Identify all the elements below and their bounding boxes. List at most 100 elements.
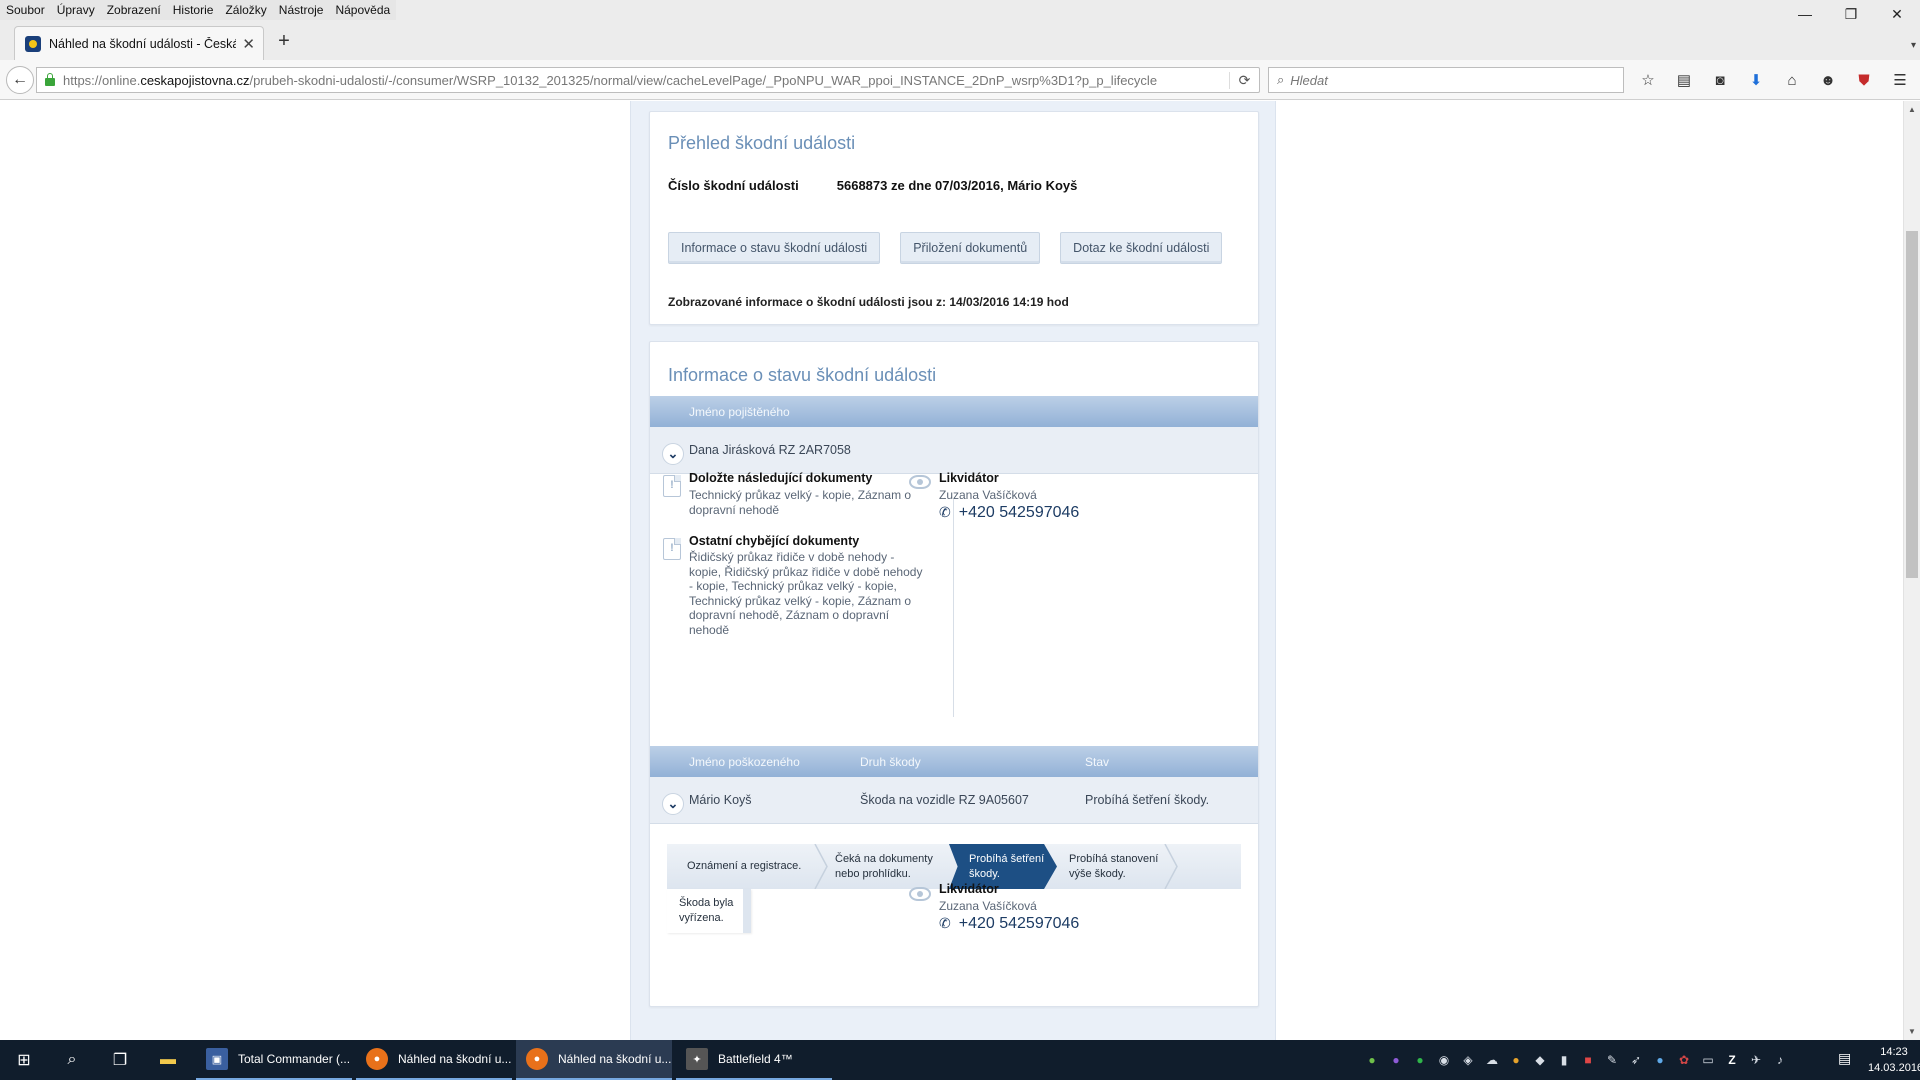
claim-number-line: Číslo škodní události 5668873 ze dne 07/0… [668, 178, 1077, 193]
required-docs-title: Doložte následující dokumenty [689, 471, 873, 485]
search-icon: ⌕ [1277, 72, 1285, 87]
search-bar[interactable]: ⌕ [1268, 67, 1624, 93]
taskbar-app-total-commander[interactable]: ▣ Total Commander (... [196, 1040, 352, 1080]
pocket-icon[interactable]: ◙ [1702, 68, 1738, 92]
taskbar-app-battlefield[interactable]: ✦ Battlefield 4™ [676, 1040, 832, 1080]
reload-icon[interactable]: ⟳ [1229, 71, 1259, 89]
tray-app-icon[interactable]: ● [1648, 1053, 1672, 1067]
adjuster-title: Likvidátor [939, 471, 999, 485]
attach-documents-button[interactable]: Přiložení dokumentů [900, 232, 1041, 264]
search-input[interactable] [1290, 72, 1591, 88]
menu-soubor[interactable]: Soubor [0, 0, 51, 20]
menu-list: Soubor Úpravy Zobrazení Historie Záložky… [0, 0, 397, 20]
menu-historie[interactable]: Historie [167, 0, 220, 20]
page-scrollbar[interactable]: ▲ ▼ [1903, 101, 1920, 1040]
browser-tab-active[interactable]: Náhled na škodní události - Česká... ✕ [14, 26, 264, 60]
site-favicon-icon [25, 35, 41, 52]
document-alert-icon [663, 475, 681, 497]
adjuster-phone-link[interactable]: ✆ +420 542597046 [939, 504, 1079, 522]
menu-napoveda[interactable]: Nápověda [329, 0, 396, 20]
reading-list-icon[interactable]: ▤ [1666, 68, 1702, 92]
tray-app-icon[interactable]: ◈ [1456, 1053, 1480, 1067]
whatsapp-icon[interactable]: ● [1408, 1053, 1432, 1067]
tab-close-icon[interactable]: ✕ [242, 35, 255, 53]
steam-icon[interactable]: ◉ [1432, 1053, 1456, 1067]
bookmark-star-icon[interactable]: ☆ [1630, 68, 1666, 92]
damaged-name-header: Jméno poškozeného [689, 755, 800, 769]
new-tab-button[interactable]: + [272, 30, 296, 54]
task-view-icon[interactable]: ❐ [96, 1040, 144, 1080]
tray-app-icon[interactable]: ▭ [1696, 1053, 1720, 1067]
claim-question-button[interactable]: Dotaz ke škodní události [1060, 232, 1223, 264]
insured-row[interactable]: ⌄ Dana Jirásková RZ 2AR7058 [650, 427, 1258, 474]
tray-app-icon[interactable]: ■ [1576, 1053, 1600, 1067]
url-bar[interactable]: https://online.ceskapojistovna.cz/prubeh… [36, 67, 1260, 93]
tray-app-icon[interactable]: ➶ [1624, 1053, 1648, 1067]
menu-nastroje[interactable]: Nástroje [273, 0, 330, 20]
menu-bar: Soubor Úpravy Zobrazení Historie Záložky… [0, 0, 1920, 22]
taskbar-app-firefox-2[interactable]: ● Náhled na škodní u... [516, 1040, 672, 1080]
chevron-down-icon[interactable]: ⌄ [662, 793, 684, 815]
tray-app-icon[interactable]: ● [1504, 1053, 1528, 1067]
chat-icon[interactable]: ☻ [1810, 68, 1846, 92]
damage-state-header: Stav [1085, 755, 1110, 769]
damaged-header: Jméno poškozeného Druh škody Stav [650, 746, 1258, 777]
clock[interactable]: 14:23 14.03.2016 [1868, 1044, 1920, 1076]
file-explorer-icon[interactable]: ▬ [144, 1040, 192, 1080]
system-tray: ● ● ● ◉ ◈ ☁ ● ◆ ▮ ■ ✎ ➶ ● ✿ ▭ Z ✈ ♪ [1360, 1040, 1792, 1080]
tray-app-icon[interactable]: ✿ [1672, 1053, 1696, 1067]
search-icon[interactable]: ⌕ [48, 1040, 96, 1080]
firefox-icon: ● [526, 1048, 548, 1070]
tray-app-icon[interactable]: ● [1360, 1053, 1384, 1067]
eye-icon [909, 475, 931, 489]
menu-upravy[interactable]: Úpravy [51, 0, 101, 20]
tray-app-icon[interactable]: ▮ [1552, 1053, 1576, 1067]
claim-number-value: 5668873 ze dne 07/03/2016, Mário Koyš [836, 178, 1078, 193]
page-viewport: Přehled škodní události Číslo škodní udá… [0, 101, 1920, 1040]
document-alert-icon [663, 538, 681, 560]
volume-icon[interactable]: ♪ [1768, 1053, 1792, 1067]
claim-status-panel: Informace o stavu škodní události Jméno … [649, 341, 1259, 1007]
tray-app-icon[interactable]: Z [1720, 1053, 1744, 1067]
taskbar-app-firefox-1[interactable]: ● Náhled na škodní u... [356, 1040, 512, 1080]
panel-bottom-border [650, 1006, 1258, 1007]
hamburger-menu-icon[interactable]: ☰ [1882, 68, 1918, 92]
notifications-icon[interactable]: ▤ [1838, 1050, 1851, 1067]
taskbar: ⊞ ⌕ ❐ ▬ ▣ Total Commander (... ● Náhled na… [0, 1040, 1920, 1080]
url-text[interactable]: https://online.ceskapojistovna.cz/prubeh… [63, 73, 1229, 88]
damage-state: Probíhá šetření škody. [1085, 793, 1210, 807]
damaged-row[interactable]: ⌄ Mário Koyš Škoda na vozidle RZ 9A05607… [650, 777, 1258, 824]
menu-zobrazeni[interactable]: Zobrazení [101, 0, 167, 20]
step-separator [1164, 844, 1178, 889]
cloud-icon[interactable]: ☁ [1480, 1053, 1504, 1067]
tray-app-icon[interactable]: ✎ [1600, 1053, 1624, 1067]
step-damage-assessment: Probíhá stanovení výše škody. [1069, 852, 1159, 880]
download-icon[interactable]: ⬇ [1738, 68, 1774, 92]
network-icon[interactable]: ✈ [1744, 1053, 1768, 1067]
tab-title: Náhled na škodní události - Česká... [49, 36, 237, 51]
viber-icon[interactable]: ● [1384, 1053, 1408, 1067]
tray-app-icon[interactable]: ◆ [1528, 1053, 1552, 1067]
menu-zalozky[interactable]: Záložky [219, 0, 272, 20]
home-icon[interactable]: ⌂ [1774, 68, 1810, 92]
scroll-up-icon[interactable]: ▲ [1904, 101, 1920, 118]
adjuster2-phone[interactable]: +420 542597046 [959, 915, 1080, 932]
adjuster2-phone-link[interactable]: ✆ +420 542597046 [939, 915, 1079, 933]
adjuster-phone[interactable]: +420 542597046 [959, 504, 1080, 521]
phone-icon: ✆ [939, 915, 951, 931]
addon-badge-icon[interactable]: ⛊ [1846, 68, 1882, 92]
required-docs-text: Technický průkaz velký - kopie, Záznam o… [689, 488, 912, 517]
scroll-down-icon[interactable]: ▼ [1904, 1023, 1920, 1040]
adjuster2-title: Likvidátor [939, 882, 999, 896]
tab-list-chevron-icon[interactable]: ▾ [1911, 40, 1916, 51]
damage-type: Škoda na vozidle RZ 9A05607 [860, 793, 1029, 807]
back-button[interactable]: ← [6, 66, 34, 94]
windows-start-icon[interactable]: ⊞ [0, 1040, 48, 1080]
scroll-thumb[interactable] [1906, 231, 1918, 578]
step-separator [814, 844, 828, 889]
chevron-down-icon[interactable]: ⌄ [662, 443, 684, 465]
claim-summary-panel: Přehled škodní události Číslo škodní udá… [649, 111, 1259, 325]
claim-status-button[interactable]: Informace o stavu škodní události [668, 232, 881, 264]
battlefield-icon: ✦ [686, 1048, 708, 1070]
secure-lock-icon[interactable] [45, 73, 55, 86]
